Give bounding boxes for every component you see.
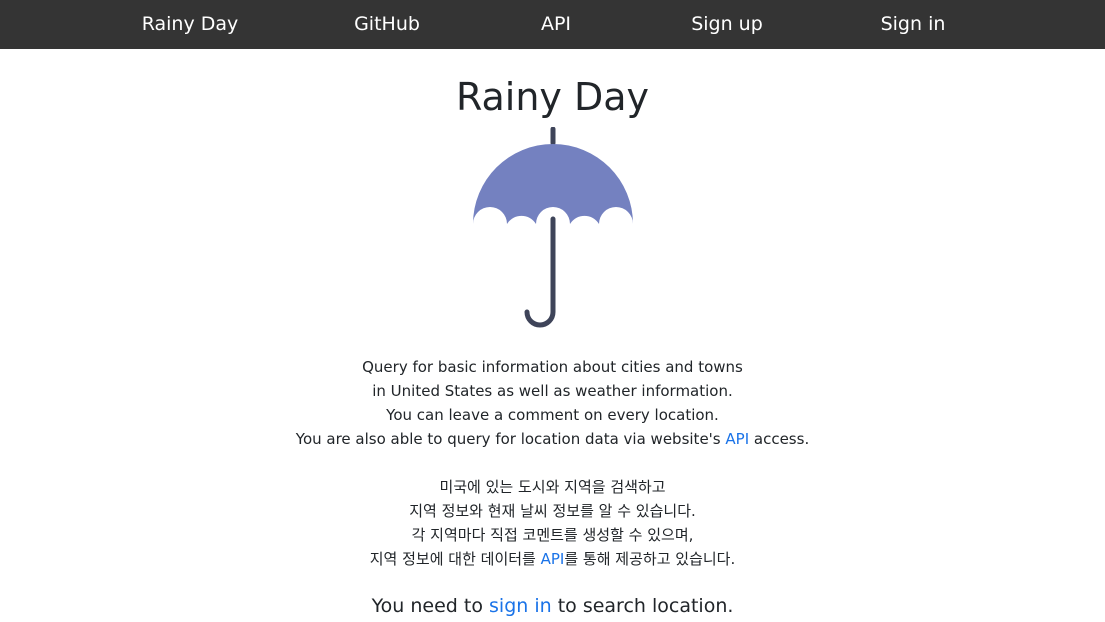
description-line: 각 지역마다 직접 코멘트를 생성할 수 있으며, (411, 526, 694, 544)
description-line-api: 지역 정보에 대한 데이터를 API를 통해 제공하고 있습니다. (0, 547, 1105, 571)
description-line: 지역 정보와 현재 날씨 정보를 알 수 있습니다. (409, 502, 696, 520)
description-english: Query for basic information about cities… (0, 355, 1105, 451)
signin-prompt: You need to sign in to search location. (0, 591, 1105, 621)
page-title: Rainy Day (455, 75, 650, 119)
description-line: Query for basic information about cities… (362, 358, 743, 376)
description-korean: 미국에 있는 도시와 지역을 검색하고 지역 정보와 현재 날씨 정보를 알 수… (0, 475, 1105, 571)
description-text: 지역 정보에 대한 데이터를 (369, 550, 541, 568)
main-content: Rainy Day Query for basic information ab… (0, 49, 1105, 621)
api-link-kr[interactable]: API (541, 550, 565, 568)
description-line: You can leave a comment on every locatio… (386, 406, 719, 424)
nav-signin-link[interactable]: Sign in (881, 0, 946, 49)
nav-github-link[interactable]: GitHub (354, 0, 420, 49)
signin-prompt-text: You need to (371, 595, 490, 617)
nav-signup-link[interactable]: Sign up (691, 0, 763, 49)
api-link[interactable]: API (725, 430, 749, 448)
description-text: access. (749, 430, 810, 448)
signin-link[interactable]: sign in (489, 595, 552, 617)
umbrella-icon (472, 127, 633, 328)
signin-prompt-text: to search location. (551, 595, 734, 617)
description-line: in United States as well as weather info… (372, 382, 733, 400)
nav-brand-link[interactable]: Rainy Day (142, 0, 239, 49)
description-text: 를 통해 제공하고 있습니다. (564, 550, 736, 568)
description-text: You are also able to query for location … (295, 430, 726, 448)
nav-api-link[interactable]: API (541, 0, 571, 49)
description-line: 미국에 있는 도시와 지역을 검색하고 (439, 478, 666, 496)
top-navbar: Rainy Day GitHub API Sign up Sign in (0, 0, 1105, 49)
description-line-api: You are also able to query for location … (0, 427, 1105, 451)
